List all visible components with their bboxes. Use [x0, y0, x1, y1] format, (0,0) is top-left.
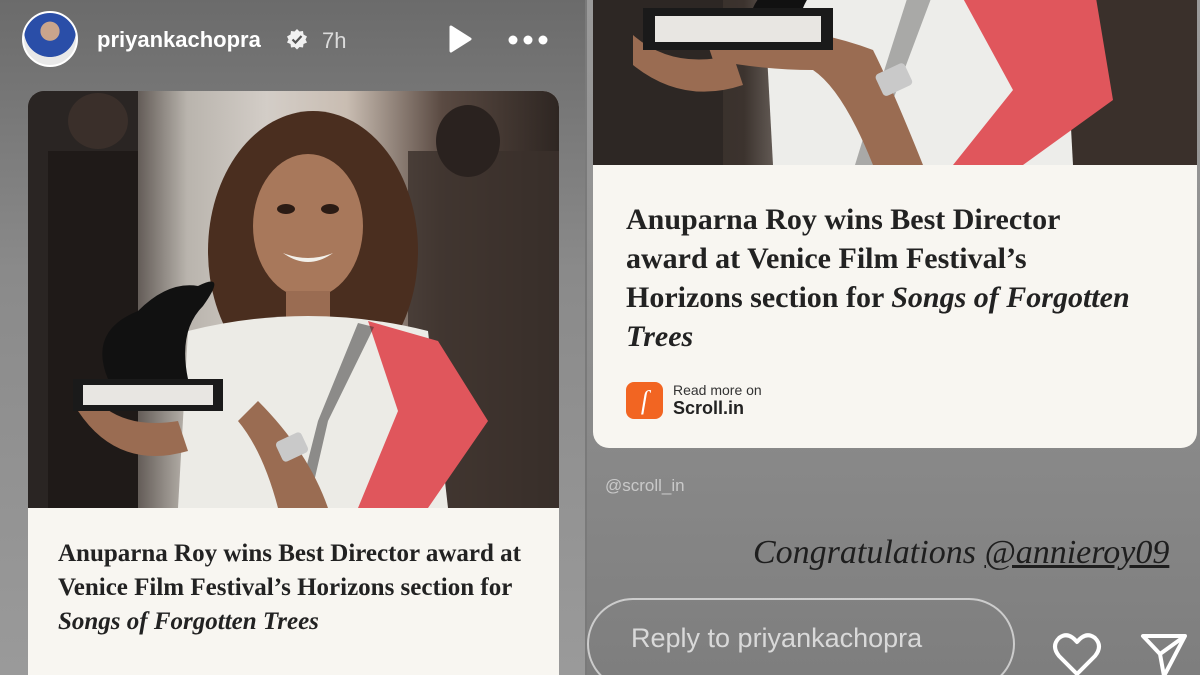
username[interactable]: priyankachopra	[97, 27, 261, 53]
send-icon[interactable]	[1140, 632, 1188, 675]
award-photo-illustration	[593, 0, 1197, 165]
scroll-logo-icon: ſ	[626, 382, 663, 419]
shared-post-card[interactable]: Anuparna Roy wins Best Director award at…	[28, 91, 559, 675]
article-photo	[28, 91, 559, 508]
caption-text: Congratulations	[753, 534, 985, 571]
reply-input[interactable]: Reply to priyankachopra	[587, 598, 1015, 675]
story-right-panel: Anuparna Roy wins Best Director award at…	[587, 0, 1200, 675]
award-photo-illustration	[28, 91, 559, 508]
play-icon[interactable]	[447, 25, 473, 53]
source-name[interactable]: Scroll.in	[673, 398, 744, 419]
article-headline: Anuparna Roy wins Best Director award at…	[626, 200, 1146, 356]
more-options-icon[interactable]	[507, 34, 549, 46]
headline-text: Anuparna Roy wins Best Director award at…	[58, 540, 521, 601]
read-more-label[interactable]: Read more on	[673, 382, 762, 398]
verified-badge-icon	[287, 29, 307, 50]
film-title: Songs of Forgotten Trees	[58, 608, 319, 635]
story-left-panel: priyankachopra 7h Anuparna Roy wins Best…	[0, 0, 585, 675]
mention-sticker[interactable]: @scroll_in	[605, 476, 685, 496]
story-caption: Congratulations @annieroy09	[753, 534, 1169, 572]
article-headline: Anuparna Roy wins Best Director award at…	[58, 537, 528, 639]
shared-post-card[interactable]: Anuparna Roy wins Best Director award at…	[593, 0, 1197, 448]
story-header: priyankachopra 7h	[0, 0, 585, 80]
story-timestamp: 7h	[322, 28, 347, 53]
caption-mention[interactable]: @annieroy09	[984, 534, 1169, 571]
heart-icon[interactable]	[1052, 632, 1102, 675]
reply-placeholder: Reply to priyankachopra	[631, 623, 923, 653]
avatar[interactable]	[22, 11, 78, 67]
article-photo	[593, 0, 1197, 165]
